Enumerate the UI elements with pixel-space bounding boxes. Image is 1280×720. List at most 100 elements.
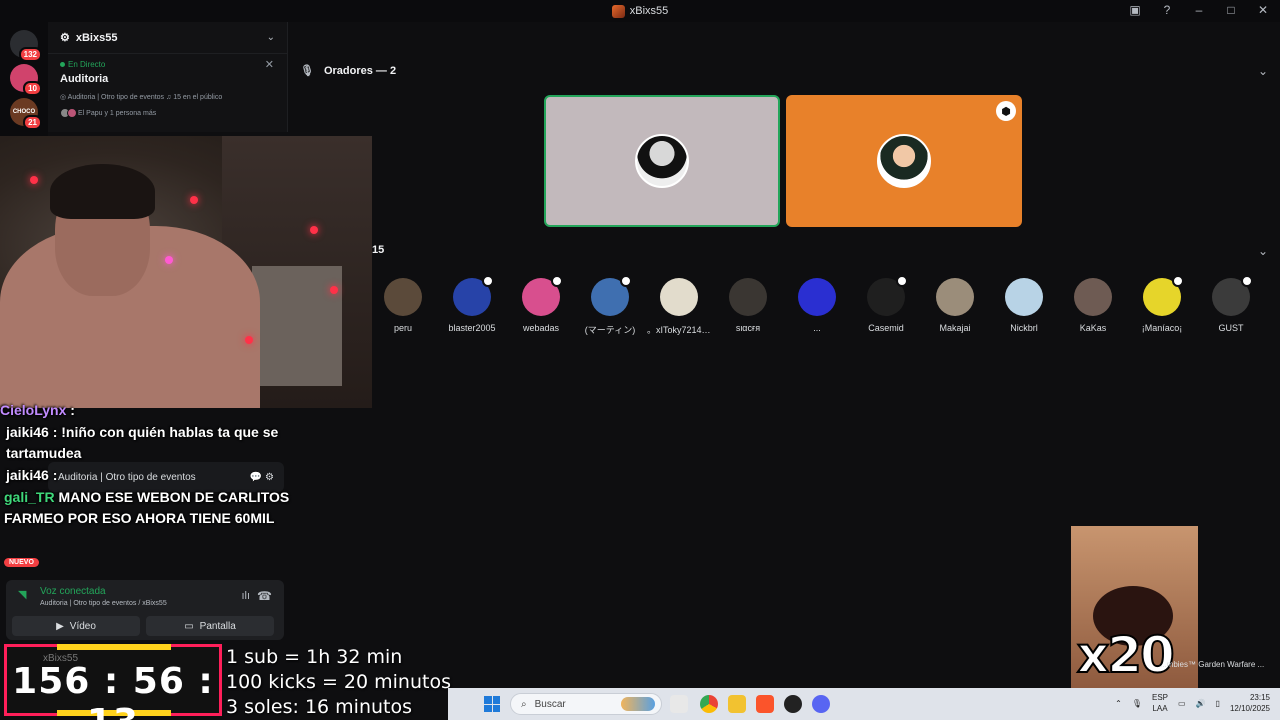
moderator-icon — [551, 275, 563, 287]
obs-icon[interactable] — [784, 695, 802, 713]
audience-member[interactable]: KaKas — [1061, 278, 1125, 333]
chevron-down-icon[interactable]: ⌄ — [1258, 244, 1268, 258]
stage-icon: ◎ — [60, 94, 68, 101]
screen-icon: ▭ — [184, 620, 194, 632]
moderator-icon — [1172, 275, 1184, 287]
audience-name: blaster2005 — [448, 323, 496, 333]
title-bar: xBixs55 ▣ ? – □ ✕ — [0, 0, 1280, 22]
event-people-text: El Papu y 1 persona más — [78, 109, 157, 117]
audience-name: 。xIToky7214。... — [647, 325, 711, 335]
close-icon[interactable]: ✕ — [265, 58, 274, 71]
close-button[interactable]: ✕ — [1256, 3, 1270, 17]
chat-text: : — [66, 402, 75, 418]
speakers-header[interactable]: 🎙 Oradores — 2 — [300, 64, 397, 78]
moderator-icon — [1241, 275, 1253, 287]
clock[interactable]: 23:15 12/10/2025 — [1230, 692, 1270, 714]
help-icon[interactable]: ? — [1160, 3, 1174, 17]
audience-member[interactable]: Nickbrl — [992, 278, 1056, 333]
speaker-tile[interactable] — [544, 95, 780, 227]
chevron-down-icon[interactable]: ⌄ — [267, 32, 275, 43]
chevron-up-icon[interactable]: ⌃ — [1115, 699, 1122, 708]
avatar — [1143, 275, 1184, 316]
network-icon[interactable]: ▭ — [1178, 699, 1186, 708]
audience-member[interactable]: peru — [371, 278, 435, 333]
voice-channel-path[interactable]: Auditoria | Otro tipo de eventos / xBixs… — [40, 600, 274, 607]
audience-member[interactable]: Casemid — [854, 275, 918, 333]
search-icon: ⌕ — [521, 698, 527, 710]
chrome-icon[interactable] — [700, 695, 718, 713]
microphone-icon: 🎙 — [300, 65, 314, 77]
moderator-icon — [896, 275, 908, 287]
audience-name: KaKas — [1079, 323, 1107, 333]
audience-member[interactable]: ¡Maníaco¡ — [1130, 275, 1194, 333]
windows-start-icon[interactable] — [484, 696, 500, 712]
avatar — [453, 275, 494, 316]
discord-home-icon[interactable]: 132 — [10, 30, 42, 62]
avatar — [798, 278, 836, 316]
voice-panel: ◥ Voz conectada Auditoria | Otro tipo de… — [6, 580, 284, 640]
event-audience: 15 en el público — [173, 94, 223, 101]
camera-icon: ▶ — [56, 620, 64, 632]
audience-name: ¡Maníaco¡ — [1141, 323, 1183, 333]
discord-icon[interactable] — [812, 695, 830, 713]
disconnect-icon[interactable]: ☎ — [257, 589, 272, 603]
language-indicator[interactable]: ESP LAA — [1152, 692, 1168, 714]
audience-name: Makajai — [939, 323, 971, 333]
meme-multiplier: x20 — [1076, 625, 1176, 685]
event-title: Auditoria — [60, 73, 109, 85]
audience-member[interactable]: GUST — [1199, 275, 1263, 333]
audience-member[interactable]: (マーティン) — [578, 275, 642, 336]
task-view-icon[interactable] — [670, 695, 688, 713]
server-choco-icon[interactable]: CHOCO 21 — [10, 98, 42, 130]
game-activity: ...mbies™ Garden Warfare ... — [1160, 660, 1265, 669]
file-explorer-icon[interactable] — [728, 695, 746, 713]
audience-member[interactable]: blaster2005 — [440, 275, 504, 333]
microphone-icon[interactable]: 🎙 — [1132, 699, 1142, 708]
live-event-card[interactable]: En Directo Auditoria ◎ Auditoria | Otro … — [48, 54, 287, 124]
subathon-timer: xBixs55 156 : 56 : 13 — [4, 644, 222, 720]
video-button[interactable]: ▶ Vídeo — [12, 616, 140, 636]
screen: xBixs55 ▣ ? – □ ✕ 132 10 CHOCO 21 ⚙ xBix… — [0, 0, 1280, 720]
audience-name: ѕιαcғя — [735, 323, 761, 333]
audience-name: webadas — [522, 323, 560, 333]
screen-share-button[interactable]: ▭ Pantalla — [146, 616, 274, 636]
audience-member[interactable]: ... — [785, 278, 849, 333]
search-placeholder: Buscar — [534, 698, 566, 710]
avatar — [729, 278, 767, 316]
minimize-button[interactable]: – — [1192, 3, 1206, 17]
brave-icon[interactable] — [756, 695, 774, 713]
avatar — [384, 278, 422, 316]
noise-icon[interactable]: ılı — [241, 590, 250, 602]
maximize-button[interactable]: □ — [1224, 3, 1238, 17]
server-pink-icon[interactable]: 10 — [10, 64, 42, 96]
audience-member[interactable]: 。xIToky7214。... — [647, 278, 711, 336]
volume-icon[interactable]: 🔊 — [1196, 699, 1206, 708]
audience-header[interactable]: 15 — [372, 244, 384, 256]
server-badge: 21 — [23, 115, 42, 130]
event-people: El Papu y 1 persona más — [60, 108, 275, 118]
audience-name: Nickbrl — [1010, 323, 1038, 333]
avatar — [522, 275, 563, 316]
speaker-tile[interactable]: ⬢ — [786, 95, 1022, 227]
inbox-icon[interactable]: ▣ — [1128, 3, 1142, 17]
chevron-down-icon[interactable]: ⌄ — [1258, 64, 1268, 78]
avatar — [936, 278, 974, 316]
moderator-icon: ⬢ — [996, 101, 1016, 121]
timer-value: 156 : 56 : 13 — [12, 661, 214, 720]
live-tag: En Directo — [60, 60, 275, 69]
window-title: xBixs55 — [611, 4, 668, 18]
voice-status[interactable]: Voz conectada — [40, 586, 274, 597]
audience-count: 15 — [372, 244, 385, 256]
taskbar-search[interactable]: ⌕ Buscar — [510, 693, 662, 715]
search-highlight-icon — [621, 697, 655, 711]
audience-member[interactable]: Makajai — [923, 278, 987, 333]
audience-member[interactable]: webadas — [509, 275, 573, 333]
audience-member[interactable]: ѕιαcғя — [716, 278, 780, 333]
clock-date: 12/10/2025 — [1229, 704, 1270, 713]
streamer-headphones — [50, 164, 155, 219]
audience-name: (マーティン) — [584, 325, 636, 335]
speakers-heading: Oradores — 2 — [323, 64, 397, 77]
avatar — [1074, 278, 1112, 316]
battery-icon[interactable]: ▯ — [1216, 699, 1220, 708]
server-header[interactable]: ⚙ xBixs55 ⌄ — [48, 22, 287, 54]
